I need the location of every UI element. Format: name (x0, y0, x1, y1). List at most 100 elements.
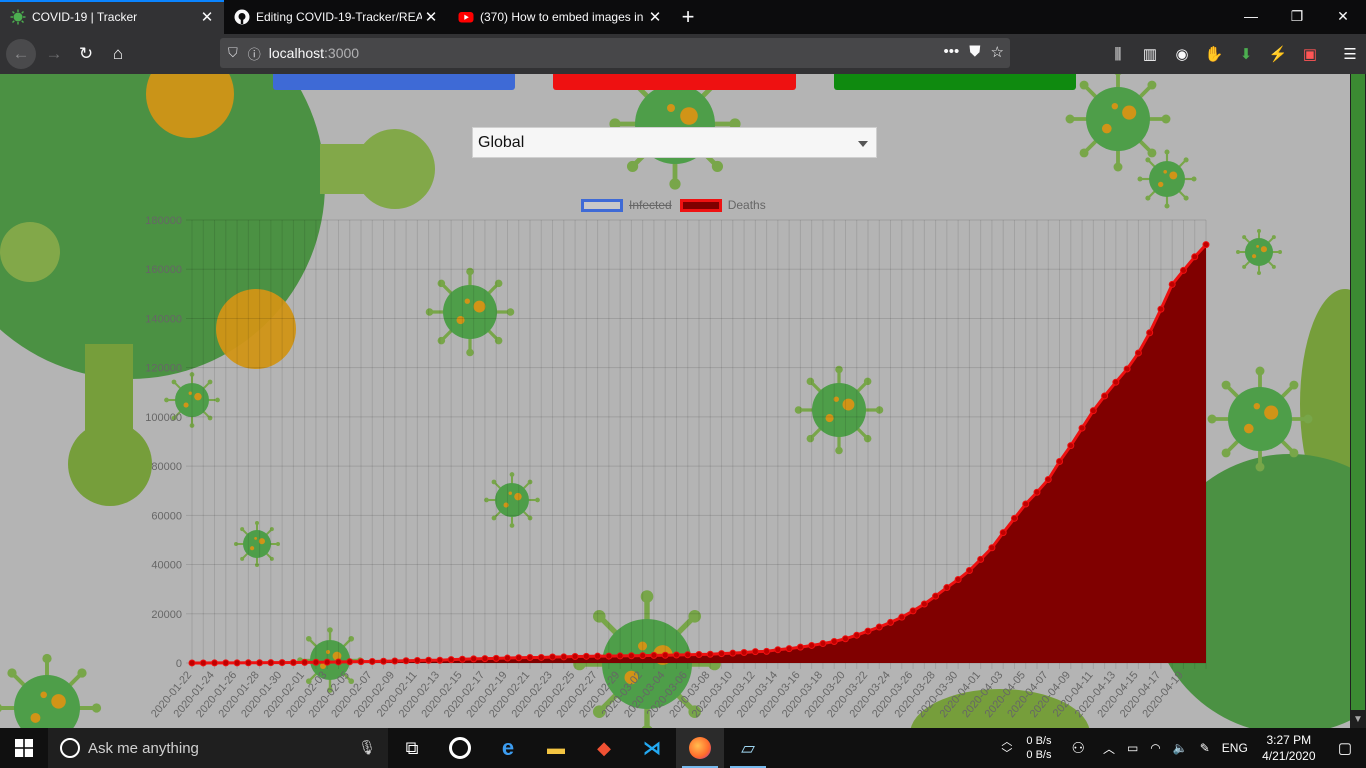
deaths-point (819, 640, 827, 648)
deaths-point (785, 645, 793, 653)
forward-button[interactable]: → (38, 38, 70, 70)
start-button[interactable] (0, 728, 48, 768)
cortana-ring-icon (449, 737, 471, 759)
deaths-point (447, 656, 455, 664)
taskbar-search[interactable]: Ask me anything 🎙 (48, 728, 388, 768)
deaths-point (1123, 365, 1131, 373)
battery-icon[interactable]: ▭ (1121, 741, 1144, 755)
shield-icon: ⛉ (228, 45, 238, 60)
wifi-icon[interactable]: ◠ (1144, 741, 1166, 755)
y-tick-label: 180000 (145, 215, 182, 227)
deaths-point (661, 651, 669, 659)
bookmark-star-icon[interactable]: ☆ (991, 43, 1004, 61)
deaths-point (684, 651, 692, 659)
deaths-point (1179, 266, 1187, 274)
deaths-point (1033, 488, 1041, 496)
pen-icon[interactable]: ✎ (1194, 741, 1216, 755)
deaths-point (841, 635, 849, 643)
deaths-point (413, 657, 421, 665)
y-tick-label: 20000 (151, 609, 182, 621)
info-icon[interactable]: ⓘ (248, 44, 261, 63)
y-tick-label: 60000 (151, 510, 182, 522)
clock[interactable]: 3:27 PM 4/21/2020 (1254, 732, 1324, 764)
people-icon[interactable]: ⚇ (1065, 739, 1090, 757)
deaths-point (932, 592, 940, 600)
tab-title: (370) How to embed images in (480, 10, 644, 24)
task-view-button[interactable]: ⧉ (388, 728, 436, 768)
scrollbar-thumb[interactable] (1351, 264, 1365, 710)
file-explorer-button[interactable]: ▬ (532, 728, 580, 768)
url-bar[interactable]: ⛉ ⓘ localhost:3000 ••• ⛊ ☆ (220, 38, 1010, 68)
reload-button[interactable]: ↻ (70, 38, 102, 70)
chevron-up-down-icon[interactable]: ︿ ﹀ (995, 736, 1018, 760)
deaths-point (244, 659, 252, 667)
deaths-point (853, 631, 861, 639)
close-tab-icon[interactable]: ✕ (646, 8, 664, 26)
library-icon[interactable]: ⫼ (1102, 38, 1134, 70)
page-actions-icon[interactable]: ••• (944, 43, 960, 61)
deaths-point (323, 658, 331, 666)
tab-covid-tracker[interactable]: COVID-19 | Tracker ✕ (0, 0, 224, 34)
notifications-icon[interactable]: ▢ (1324, 739, 1366, 757)
vscode-icon: ⋊ (643, 737, 661, 758)
deaths-point (808, 641, 816, 649)
extension-wand-icon[interactable]: ⚡ (1262, 38, 1294, 70)
page-scrollbar[interactable]: ▼ (1350, 74, 1366, 728)
y-tick-label: 140000 (145, 313, 182, 325)
y-tick-label: 40000 (151, 560, 182, 572)
deaths-point (988, 544, 996, 552)
new-tab-button[interactable]: + (672, 0, 704, 34)
vscode-button[interactable]: ⋊ (628, 728, 676, 768)
menu-icon[interactable]: ☰ (1334, 38, 1366, 70)
extension-red-icon[interactable]: ▣ (1294, 38, 1326, 70)
page-viewport: Global Infected Deaths 0 20000 40000 60000 8… (0, 74, 1350, 728)
deaths-point (909, 607, 917, 615)
home-button[interactable]: ⌂ (102, 38, 134, 70)
extension-hand-icon[interactable]: ✋ (1198, 38, 1230, 70)
close-tab-icon[interactable]: ✕ (198, 8, 216, 26)
y-tick-label: 100000 (145, 412, 182, 424)
youtube-icon (458, 9, 474, 25)
volume-icon[interactable]: 🔈 (1167, 741, 1194, 755)
deaths-point (887, 618, 895, 626)
tab-youtube[interactable]: (370) How to embed images in ✕ (448, 0, 672, 34)
deaths-point (549, 653, 557, 661)
show-hidden-icons-icon[interactable]: ︿ (1097, 740, 1121, 757)
minimize-icon[interactable]: — (1228, 0, 1274, 32)
tab-github-editing[interactable]: Editing COVID-19-Tracker/REA ✕ (224, 0, 448, 34)
account-icon[interactable]: ◉ (1166, 38, 1198, 70)
restore-icon[interactable]: ❐ (1274, 0, 1320, 32)
git-button[interactable]: ◆ (580, 728, 628, 768)
sidebar-icon[interactable]: ▥ (1134, 38, 1166, 70)
deaths-point (289, 658, 297, 666)
deaths-point (1067, 442, 1075, 450)
close-tab-icon[interactable]: ✕ (422, 8, 440, 26)
edge-button[interactable]: e (484, 728, 532, 768)
deaths-point (796, 643, 804, 651)
deaths-point (999, 529, 1007, 537)
firefox-button[interactable] (676, 728, 724, 768)
microphone-icon[interactable]: 🎙 (358, 739, 376, 756)
scroll-down-icon[interactable]: ▼ (1350, 712, 1366, 728)
close-window-icon[interactable]: ✕ (1320, 0, 1366, 32)
language-indicator[interactable]: ENG (1216, 741, 1254, 755)
cortana-button[interactable] (436, 728, 484, 768)
deaths-point (425, 656, 433, 664)
deaths-point (639, 652, 647, 660)
pocket-icon[interactable]: ⛊ (969, 43, 980, 61)
firefox-icon (689, 737, 711, 759)
deaths-point (875, 623, 883, 631)
deaths-point (1010, 514, 1018, 522)
deaths-point (954, 576, 962, 584)
deaths-point (346, 658, 354, 666)
deaths-point (481, 655, 489, 663)
git-icon: ◆ (597, 737, 611, 758)
system-tray: ︿ ﹀ 0 B/s 0 B/s ⚇ ︿ ▭ ◠ 🔈 ✎ ENG 3:27 PM 4… (995, 728, 1366, 768)
notepad-button[interactable]: ▱ (724, 728, 772, 768)
deaths-point (188, 659, 196, 667)
toolbar-icons: ⫼ ▥ ◉ ✋ ⬇ ⚡ ▣ ☰ (1102, 34, 1366, 74)
deaths-point (605, 652, 613, 660)
back-button[interactable]: ← (6, 39, 36, 69)
download-icon[interactable]: ⬇ (1230, 38, 1262, 70)
reload-icon: ↻ (78, 44, 94, 63)
